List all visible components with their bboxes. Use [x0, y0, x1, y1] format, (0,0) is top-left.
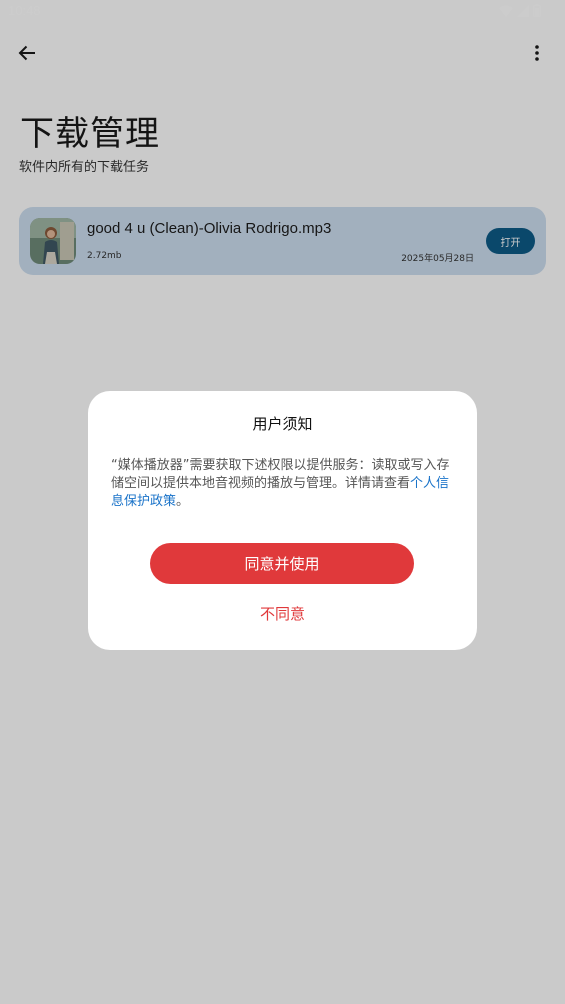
dialog-body-text: “媒体播放器”需要获取下述权限以提供服务：读取或写入存储空间以提供本地音视频的播…	[111, 458, 450, 491]
dialog-title: 用户须知	[252, 415, 313, 433]
agree-button[interactable]: 同意并使用	[150, 543, 414, 584]
user-notice-dialog: 用户须知 “媒体播放器”需要获取下述权限以提供服务：读取或写入存储空间以提供本地…	[88, 391, 477, 650]
dialog-body: “媒体播放器”需要获取下述权限以提供服务：读取或写入存储空间以提供本地音视频的播…	[111, 457, 456, 511]
disagree-button[interactable]: 不同意	[88, 603, 477, 624]
dialog-body-end: 。	[176, 494, 190, 509]
